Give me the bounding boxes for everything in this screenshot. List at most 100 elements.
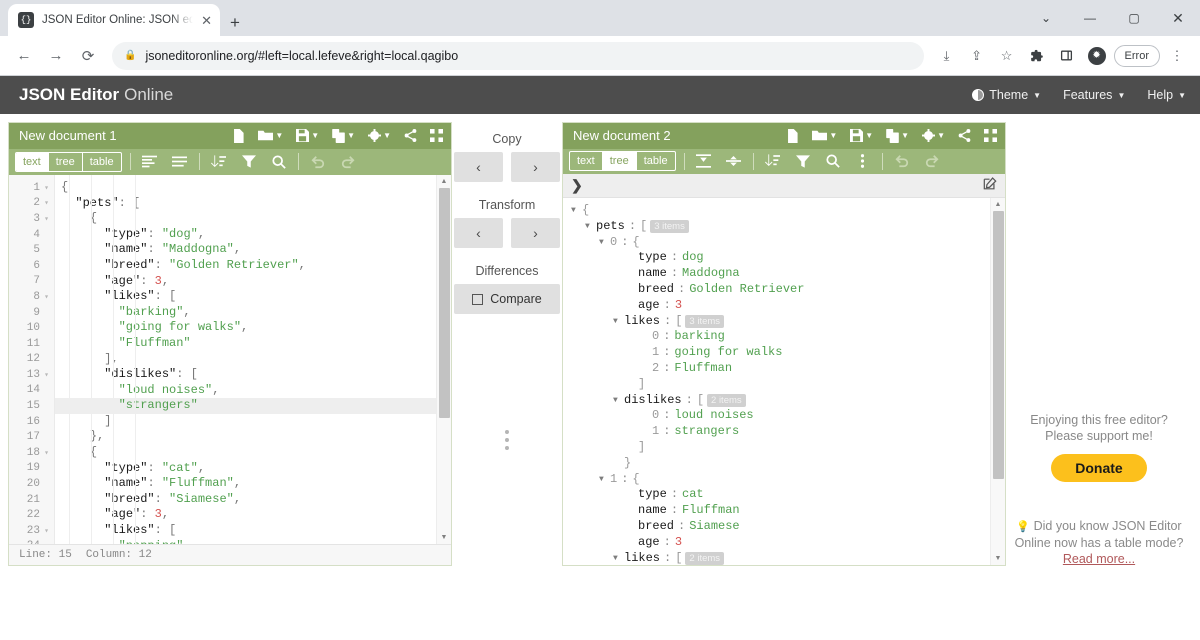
copy-right-button[interactable]: › <box>511 152 560 182</box>
new-document-icon[interactable] <box>786 129 799 143</box>
tree-value[interactable]: Siamese <box>689 519 739 535</box>
tree-row[interactable]: ▼pets:[3 items <box>567 219 990 235</box>
panel-drag-handle[interactable] <box>505 430 509 450</box>
tree-key[interactable]: likes <box>624 314 660 330</box>
edit-icon[interactable] <box>983 177 997 194</box>
browser-tab[interactable]: {} JSON Editor Online: JSON editor ✕ <box>8 4 220 36</box>
browser-menu-icon[interactable]: ⋮ <box>1164 43 1190 69</box>
tree-row[interactable]: 1:strangers <box>567 424 990 440</box>
tree-key[interactable]: age <box>638 298 660 314</box>
read-more-link[interactable]: Read more... <box>1063 552 1135 566</box>
tree-key[interactable]: age <box>638 535 660 551</box>
tree-row[interactable]: 0:loud noises <box>567 408 990 424</box>
tree-row[interactable]: type:dog <box>567 250 990 266</box>
tree-value[interactable]: strangers <box>674 424 739 440</box>
tree-value[interactable]: Golden Retriever <box>689 282 804 298</box>
minimize-icon[interactable]: — <box>1068 2 1112 34</box>
address-bar[interactable]: 🔒 jsoneditoronline.org/#left=local.lefev… <box>112 42 924 70</box>
right-mode-tree[interactable]: tree <box>603 152 637 170</box>
tree-value[interactable]: going for walks <box>674 345 782 361</box>
code-line[interactable]: "type": "cat", <box>55 461 436 477</box>
tree-value[interactable]: barking <box>674 329 724 345</box>
fold-toggle-icon[interactable]: ▾ <box>43 214 50 224</box>
tree-expand-icon[interactable]: ▼ <box>613 551 624 565</box>
donate-button[interactable]: Donate <box>1051 454 1146 482</box>
tree-key[interactable]: breed <box>638 282 674 298</box>
fold-toggle-icon[interactable]: ▾ <box>43 448 50 458</box>
code-line[interactable]: "barking", <box>55 305 436 321</box>
install-icon[interactable]: ⤓ <box>934 43 960 69</box>
tree-key[interactable]: type <box>638 487 667 503</box>
tree-key[interactable]: likes <box>624 551 660 565</box>
tree-value-number[interactable]: 3 <box>675 298 682 314</box>
right-mode-text[interactable]: text <box>570 152 603 170</box>
fold-toggle-icon[interactable]: ▾ <box>43 292 50 302</box>
tree-expand-icon[interactable]: ▼ <box>599 235 610 251</box>
tree-path-bar[interactable]: ❯ <box>563 174 1005 198</box>
tree-expand-icon[interactable]: ▼ <box>571 203 582 219</box>
tree-row[interactable]: 1:going for walks <box>567 345 990 361</box>
tree-row[interactable]: ▼dislikes:[2 items <box>567 393 990 409</box>
code-line[interactable]: { <box>55 211 436 227</box>
save-document-icon[interactable]: ▼ <box>296 129 319 142</box>
tree-row[interactable]: ▼1:{ <box>567 472 990 488</box>
scroll-thumb[interactable] <box>993 211 1004 479</box>
window-close-icon[interactable]: ✕ <box>1156 2 1200 34</box>
code-line[interactable]: "napping", <box>55 539 436 544</box>
tree-value[interactable]: Fluffman <box>674 361 732 377</box>
tree-row[interactable]: 2:Fluffman <box>567 361 990 377</box>
scroll-track[interactable] <box>437 188 451 531</box>
code-line[interactable]: ], <box>55 352 436 368</box>
code-line[interactable]: "likes": [ <box>55 523 436 539</box>
tree-row[interactable]: breed:Siamese <box>567 519 990 535</box>
code-line[interactable]: "likes": [ <box>55 289 436 305</box>
close-icon[interactable]: ✕ <box>201 14 212 27</box>
undo-icon[interactable] <box>307 151 329 173</box>
tree-row[interactable]: age:3 <box>567 535 990 551</box>
back-icon[interactable]: ← <box>10 42 38 70</box>
left-code-editor[interactable]: 1▾2▾3▾4▾5▾6▾7▾8▾9▾10▾11▾12▾13▾14▾15▾16▾1… <box>9 175 451 544</box>
code-line[interactable]: "breed": "Golden Retriever", <box>55 258 436 274</box>
tree-row[interactable]: breed:Golden Retriever <box>567 282 990 298</box>
fold-toggle-icon[interactable]: ▾ <box>43 198 50 208</box>
chevron-right-icon[interactable]: ❯ <box>571 177 583 194</box>
code-line[interactable]: "loud noises", <box>55 383 436 399</box>
code-content[interactable]: { "pets": [ { "type": "dog", "name": "Ma… <box>55 175 436 544</box>
duplicate-document-icon[interactable]: ▼ <box>332 129 355 143</box>
scroll-down-icon[interactable]: ▼ <box>995 552 1002 565</box>
new-document-icon[interactable] <box>232 129 245 143</box>
tree-row[interactable]: type:cat <box>567 487 990 503</box>
tree-row[interactable]: name:Maddogna <box>567 266 990 282</box>
tree-key[interactable]: name <box>638 503 667 519</box>
code-line[interactable]: "going for walks", <box>55 320 436 336</box>
save-document-icon[interactable]: ▼ <box>850 129 873 142</box>
tree-row[interactable]: ] <box>567 377 990 393</box>
reload-icon[interactable]: ⟳ <box>74 42 102 70</box>
tree-value[interactable]: loud noises <box>674 408 753 424</box>
right-mode-table[interactable]: table <box>637 152 675 170</box>
forward-icon[interactable]: → <box>42 42 70 70</box>
tree-row[interactable]: ▼0:{ <box>567 235 990 251</box>
code-line[interactable]: "type": "dog", <box>55 227 436 243</box>
menu-theme[interactable]: Theme ▼ <box>972 88 1041 102</box>
tree-row[interactable]: 0:barking <box>567 329 990 345</box>
redo-icon[interactable] <box>337 151 359 173</box>
left-mode-table[interactable]: table <box>83 153 121 171</box>
share-icon[interactable] <box>404 129 417 142</box>
tree-key[interactable]: name <box>638 266 667 282</box>
filter-icon[interactable] <box>792 150 814 172</box>
tree-value[interactable]: cat <box>682 487 704 503</box>
open-document-icon[interactable]: ▼ <box>812 129 837 142</box>
open-document-icon[interactable]: ▼ <box>258 129 283 142</box>
code-line[interactable]: { <box>55 445 436 461</box>
code-line[interactable]: "breed": "Siamese", <box>55 492 436 508</box>
scroll-down-icon[interactable]: ▼ <box>441 531 448 544</box>
tree-view[interactable]: ▼{▼pets:[3 items▼0:{type:dogname:Maddogn… <box>563 198 1005 565</box>
extensions-icon[interactable] <box>1024 43 1050 69</box>
tree-row[interactable]: ▼likes:[2 items <box>567 551 990 565</box>
new-tab-button[interactable]: + <box>230 14 240 31</box>
fold-toggle-icon[interactable]: ▾ <box>43 526 50 536</box>
left-mode-text[interactable]: text <box>16 153 49 171</box>
code-line[interactable]: "dislikes": [ <box>55 367 436 383</box>
scroll-up-icon[interactable]: ▲ <box>995 198 1002 211</box>
